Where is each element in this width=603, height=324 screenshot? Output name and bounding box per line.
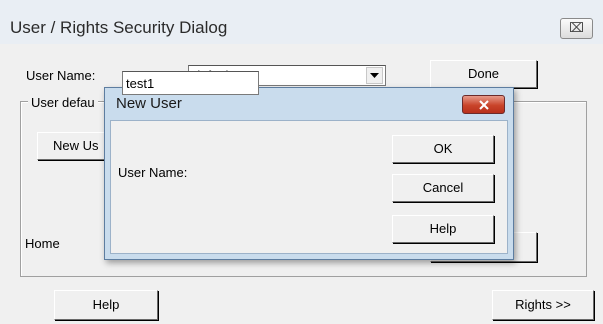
close-icon[interactable]: ⌧ <box>560 18 593 39</box>
dropdown-arrow-icon[interactable] <box>366 67 383 84</box>
help-button[interactable]: Help <box>54 290 158 320</box>
done-button[interactable]: Done <box>430 60 537 88</box>
cancel-button[interactable]: Cancel <box>392 174 494 202</box>
new-user-name-label: User Name: <box>118 165 188 180</box>
new-user-dialog-title: New User <box>116 95 182 112</box>
new-user-name-input[interactable] <box>122 71 259 95</box>
ok-button[interactable]: OK <box>392 135 494 163</box>
rights-button[interactable]: Rights >> <box>492 290 594 320</box>
user-name-label: User Name: <box>26 68 96 83</box>
outer-dialog-title: User / Rights Security Dialog <box>10 18 228 37</box>
close-red-icon[interactable] <box>462 95 505 114</box>
home-label: Home <box>25 236 60 251</box>
outer-title-bar: User / Rights Security Dialog ⌧ <box>0 0 603 44</box>
user-defaults-group-label: User defau <box>28 95 98 110</box>
new-user-help-button[interactable]: Help <box>392 215 494 243</box>
